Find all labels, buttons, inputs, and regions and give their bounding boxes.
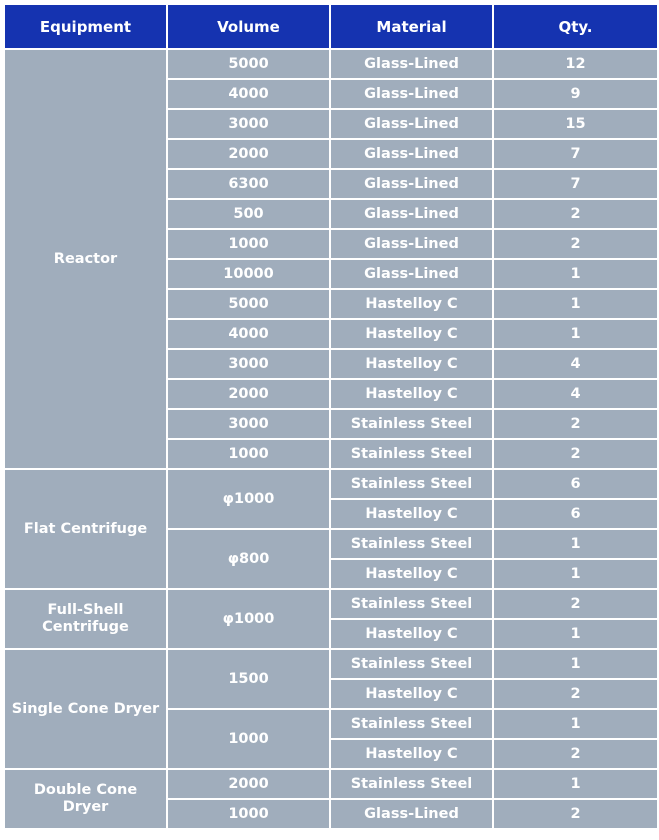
qty-cell: 1 (492, 648, 659, 680)
volume-cell: φ1000 (166, 468, 331, 530)
table-row: Reactor 5000 Glass-Lined 12 (3, 48, 659, 470)
volume-cell: 3000 (166, 348, 331, 380)
material-cell: Stainless Steel (329, 708, 494, 740)
qty-cell: 1 (492, 558, 659, 590)
qty-cell: 1 (492, 318, 659, 350)
volume-cell: 5000 (166, 288, 331, 320)
header-equipment: Equipment (3, 3, 168, 50)
qty-cell: 1 (492, 708, 659, 740)
equipment-cell: Single Cone Dryer (3, 648, 168, 770)
material-cell: Glass-Lined (329, 48, 494, 80)
header-qty: Qty. (492, 3, 659, 50)
volume-cell: 6300 (166, 168, 331, 200)
material-cell: Hastelloy C (329, 498, 494, 530)
material-cell: Glass-Lined (329, 228, 494, 260)
qty-cell: 1 (492, 258, 659, 290)
material-cell: Stainless Steel (329, 528, 494, 560)
qty-cell: 2 (492, 678, 659, 710)
material-cell: Hastelloy C (329, 678, 494, 710)
material-cell: Glass-Lined (329, 78, 494, 110)
volume-cell: φ800 (166, 528, 331, 590)
material-cell: Hastelloy C (329, 378, 494, 410)
volume-cell: 2000 (166, 378, 331, 410)
volume-cell: 2000 (166, 138, 331, 170)
volume-cell: 1000 (166, 438, 331, 470)
volume-cell: 1500 (166, 648, 331, 710)
equipment-cell: Full-Shell Centrifuge (3, 588, 168, 650)
equipment-table: Equipment Volume Material Qty. Reactor 50… (3, 3, 659, 830)
qty-cell: 7 (492, 138, 659, 170)
table-row: Single Cone Dryer 1500 Stainless Steel 1 (3, 648, 659, 770)
volume-cell: 1000 (166, 798, 331, 830)
qty-cell: 2 (492, 798, 659, 830)
qty-cell: 2 (492, 738, 659, 770)
qty-cell: 9 (492, 78, 659, 110)
material-cell: Glass-Lined (329, 138, 494, 170)
material-cell: Hastelloy C (329, 318, 494, 350)
material-cell: Glass-Lined (329, 168, 494, 200)
material-cell: Hastelloy C (329, 618, 494, 650)
volume-cell: 2000 (166, 768, 331, 800)
volume-cell: 4000 (166, 78, 331, 110)
table-row: Flat Centrifuge φ1000 Stainless Steel 6 (3, 468, 659, 590)
qty-cell: 2 (492, 588, 659, 620)
material-cell: Stainless Steel (329, 768, 494, 800)
table-row: Double Cone Dryer 2000 Stainless Steel 1 (3, 768, 659, 830)
material-cell: Hastelloy C (329, 558, 494, 590)
material-cell: Stainless Steel (329, 468, 494, 500)
material-cell: Glass-Lined (329, 798, 494, 830)
volume-cell: φ1000 (166, 588, 331, 650)
qty-cell: 1 (492, 618, 659, 650)
qty-cell: 1 (492, 528, 659, 560)
volume-cell: 3000 (166, 408, 331, 440)
qty-cell: 7 (492, 168, 659, 200)
table-row: Full-Shell Centrifuge φ1000 Stainless Stee… (3, 588, 659, 650)
equipment-cell: Flat Centrifuge (3, 468, 168, 590)
header-material: Material (329, 3, 494, 50)
qty-cell: 1 (492, 768, 659, 800)
volume-cell: 1000 (166, 708, 331, 770)
volume-cell: 3000 (166, 108, 331, 140)
equipment-cell: Double Cone Dryer (3, 768, 168, 830)
material-cell: Stainless Steel (329, 438, 494, 470)
material-cell: Hastelloy C (329, 348, 494, 380)
qty-cell: 6 (492, 498, 659, 530)
qty-cell: 4 (492, 348, 659, 380)
qty-cell: 2 (492, 198, 659, 230)
equipment-cell: Reactor (3, 48, 168, 470)
material-cell: Hastelloy C (329, 288, 494, 320)
qty-cell: 2 (492, 408, 659, 440)
volume-cell: 10000 (166, 258, 331, 290)
volume-cell: 5000 (166, 48, 331, 80)
material-cell: Hastelloy C (329, 738, 494, 770)
qty-cell: 2 (492, 438, 659, 470)
qty-cell: 15 (492, 108, 659, 140)
material-cell: Glass-Lined (329, 258, 494, 290)
qty-cell: 6 (492, 468, 659, 500)
material-cell: Glass-Lined (329, 108, 494, 140)
volume-cell: 1000 (166, 228, 331, 260)
qty-cell: 4 (492, 378, 659, 410)
material-cell: Stainless Steel (329, 588, 494, 620)
volume-cell: 4000 (166, 318, 331, 350)
table-body: Reactor 5000 Glass-Lined 12 4000 Glass-Lined 9… (3, 48, 659, 830)
header-volume: Volume (166, 3, 331, 50)
qty-cell: 1 (492, 288, 659, 320)
qty-cell: 2 (492, 228, 659, 260)
material-cell: Stainless Steel (329, 648, 494, 680)
volume-cell: 500 (166, 198, 331, 230)
header-row: Equipment Volume Material Qty. (3, 3, 659, 50)
material-cell: Glass-Lined (329, 198, 494, 230)
qty-cell: 12 (492, 48, 659, 80)
material-cell: Stainless Steel (329, 408, 494, 440)
